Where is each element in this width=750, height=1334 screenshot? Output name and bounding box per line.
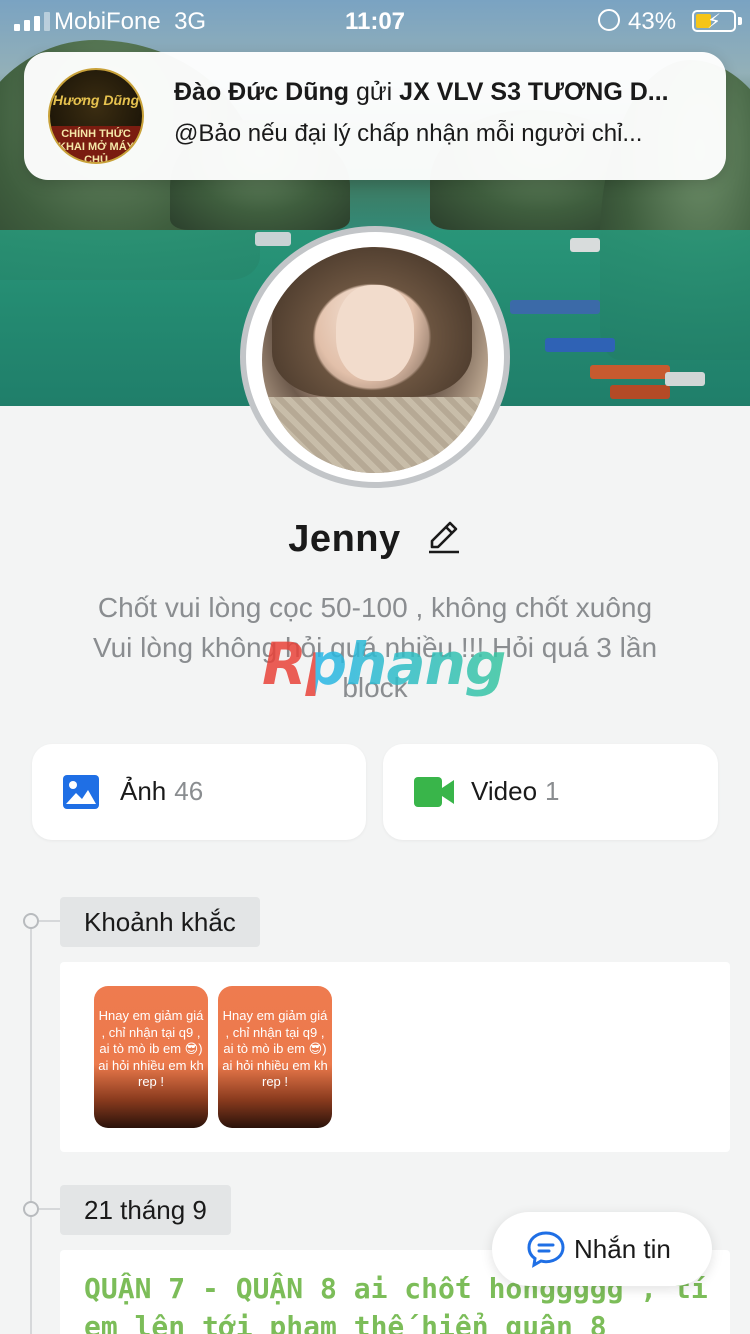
timeline-dot [23,1201,39,1217]
notification-title: Đào Đức Dũng gửi JX VLV S3 TƯƠNG D... [174,78,669,106]
photos-card[interactable]: Ảnh 46 [32,744,366,840]
watermark-logo: Rphang [262,630,506,698]
photos-label: Ảnh [120,776,167,806]
moments-tag: Khoảnh khắc [60,897,260,947]
rotation-lock-icon [598,9,620,31]
battery-icon: ⚡ [692,10,736,33]
status-bar: MobiFone 3G 11:07 43% ⚡ [0,0,750,42]
notification-thumbnail: Hương Dũng CHÍNH THỨC KHAI MỞ MÁY CHỦ [48,68,144,164]
story-thumbnail[interactable]: Hnay em giảm giá , chỉ nhận tại q9 , ai … [94,986,208,1128]
videos-count: 1 [545,776,560,806]
edit-pencil-icon[interactable] [426,519,462,565]
avatar[interactable] [262,247,488,473]
videos-label: Video [471,776,538,806]
chat-bubble-icon [526,1230,566,1273]
message-button[interactable]: Nhắn tin [492,1212,712,1286]
notification-message: @Bảo nếu đại lý chấp nhận mỗi người chỉ.… [174,120,643,147]
profile-name: Jenny [288,518,401,560]
videos-card[interactable]: Video 1 [383,744,718,840]
date-tag: 21 tháng 9 [60,1185,231,1235]
profile-name-row: Jenny [0,518,750,565]
notification-banner[interactable]: Hương Dũng CHÍNH THỨC KHAI MỞ MÁY CHỦ Đà… [24,52,726,180]
battery-percentage: 43% [628,8,677,35]
timeline-dot [23,913,39,929]
story-thumbnail[interactable]: Hnay em giảm giá , chỉ nhận tại q9 , ai … [218,986,332,1128]
message-button-label: Nhắn tin [574,1234,671,1264]
photo-icon [62,774,100,815]
photos-count: 46 [174,776,204,806]
timeline-line [30,921,32,1334]
video-camera-icon [413,774,455,815]
